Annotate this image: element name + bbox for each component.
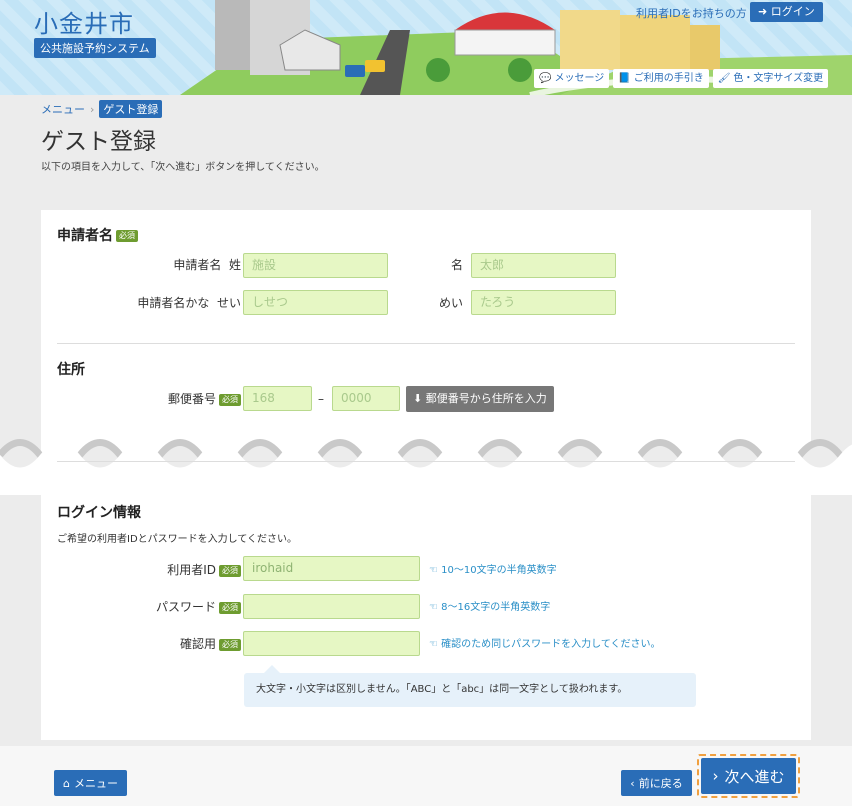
userid-label: 利用者ID 必須 bbox=[101, 561, 241, 578]
chevron-right-icon: › bbox=[712, 767, 719, 785]
zip-lookup-button[interactable]: ⬇ 郵便番号から住所を入力 bbox=[406, 386, 554, 412]
zip-label: 郵便番号 必須 bbox=[121, 390, 241, 407]
section-divider bbox=[57, 343, 795, 344]
login-hint: 利用者IDをお持ちの方 bbox=[636, 7, 747, 20]
password-hint-text: 8～16文字の半角英数字 bbox=[441, 602, 551, 613]
page-description: 以下の項目を入力して、「次へ進む」ボタンを押してください。 bbox=[41, 162, 325, 173]
case-insensitive-tooltip: 大文字・小文字は区別しません。「ABC」と「abc」は同一文字として扱われます。 bbox=[244, 665, 696, 707]
pointing-hand-icon: ☜ bbox=[429, 602, 438, 613]
guide-link[interactable]: 📘 ご利用の手引き bbox=[613, 69, 709, 88]
mei-input[interactable]: 太郎 bbox=[471, 253, 616, 278]
back-button[interactable]: ‹ 前に戻る bbox=[621, 770, 692, 796]
kana-sei-input[interactable]: しせつ bbox=[243, 290, 388, 315]
system-name-badge: 公共施設予約システム bbox=[34, 38, 156, 58]
login-section-description: ご希望の利用者IDとパスワードを入力してください。 bbox=[57, 534, 298, 545]
kana-sei-label: せい bbox=[216, 296, 241, 310]
header-links: 💬 メッセージ 📘 ご利用の手引き 🖌 色・文字サイズ変更 bbox=[534, 69, 829, 88]
userid-hint-text: 10～10文字の半角英数字 bbox=[441, 565, 557, 576]
next-button-focus-ring: › 次へ進む bbox=[697, 754, 800, 798]
zip-lookup-label: 郵便番号から住所を入力 bbox=[425, 392, 547, 405]
login-icon: ➜ bbox=[758, 5, 768, 18]
display-settings-link[interactable]: 🖌 色・文字サイズ変更 bbox=[712, 69, 829, 88]
display-settings-label: 色・文字サイズ変更 bbox=[733, 73, 824, 84]
login-section-title: ログイン情報 bbox=[57, 505, 141, 521]
kana-mei-label: めい bbox=[438, 296, 463, 310]
password-label-text: パスワード bbox=[155, 600, 216, 614]
zip-label-text: 郵便番号 bbox=[167, 392, 216, 406]
confirm-password-input[interactable] bbox=[243, 631, 420, 656]
menu-button-label: メニュー bbox=[73, 777, 118, 790]
confirm-label: 確認用 必須 bbox=[101, 635, 241, 652]
wave-separator bbox=[0, 439, 852, 495]
home-icon: ⌂ bbox=[63, 776, 70, 790]
required-badge: 必須 bbox=[219, 638, 241, 651]
guide-link-label: ご利用の手引き bbox=[633, 73, 704, 84]
required-badge: 必須 bbox=[219, 601, 241, 614]
zip-dash: – bbox=[318, 392, 324, 406]
site-header: 小金井市 公共施設予約システム 利用者IDをお持ちの方 ➜ ログイン 💬 メッセ… bbox=[0, 0, 852, 95]
pointing-hand-icon: ☜ bbox=[429, 639, 438, 650]
confirm-hint-text: 確認のため同じパスワードを入力してください。 bbox=[441, 639, 661, 650]
menu-button[interactable]: ⌂ メニュー bbox=[54, 770, 127, 796]
breadcrumb: メニュー › ゲスト登録 bbox=[41, 100, 163, 118]
required-badge: 必須 bbox=[219, 393, 241, 406]
message-link-label: メッセージ bbox=[554, 73, 605, 84]
download-icon: ⬇ bbox=[413, 392, 423, 405]
sei-label: 姓 bbox=[228, 258, 241, 272]
book-icon: 📘 bbox=[618, 73, 631, 84]
applicant-name-text: 申請者名 bbox=[173, 258, 222, 272]
applicant-section-label: 申請者名 bbox=[57, 228, 113, 244]
next-button-label: 次へ進む bbox=[724, 767, 785, 786]
chevron-right-icon: › bbox=[90, 102, 95, 116]
userid-input[interactable]: irohaid bbox=[243, 556, 420, 581]
login-button-label: ログイン bbox=[770, 5, 815, 18]
back-button-label: 前に戻る bbox=[638, 777, 683, 790]
applicant-kana-text: 申請者名かな bbox=[137, 296, 210, 310]
chevron-left-icon: ‹ bbox=[630, 776, 635, 790]
applicant-kana-label: 申請者名かな せい bbox=[101, 294, 241, 311]
required-badge: 必須 bbox=[116, 230, 138, 242]
mei-label: 名 bbox=[450, 258, 463, 272]
chat-icon: 💬 bbox=[539, 73, 552, 84]
password-label: パスワード 必須 bbox=[101, 598, 241, 615]
site-title[interactable]: 小金井市 bbox=[34, 4, 134, 39]
next-button[interactable]: › 次へ進む bbox=[701, 758, 796, 794]
userid-hint: ☜ 10～10文字の半角英数字 bbox=[429, 561, 557, 576]
applicant-name-label: 申請者名 姓 bbox=[121, 256, 241, 273]
login-button[interactable]: ➜ ログイン bbox=[750, 2, 823, 22]
zip-first-input[interactable]: 168 bbox=[243, 386, 312, 411]
zip-second-input[interactable]: 0000 bbox=[332, 386, 400, 411]
sei-input[interactable]: 施設 bbox=[243, 253, 388, 278]
pointing-hand-icon: ☜ bbox=[429, 565, 438, 576]
applicant-section-title: 申請者名 必須 bbox=[57, 225, 138, 245]
userid-label-text: 利用者ID bbox=[167, 563, 216, 577]
address-section-title: 住所 bbox=[57, 362, 85, 378]
password-hint: ☜ 8～16文字の半角英数字 bbox=[429, 598, 550, 613]
confirm-label-text: 確認用 bbox=[179, 637, 216, 651]
confirm-hint: ☜ 確認のため同じパスワードを入力してください。 bbox=[429, 635, 661, 650]
breadcrumb-current: ゲスト登録 bbox=[99, 100, 163, 118]
brush-icon: 🖌 bbox=[717, 73, 731, 84]
kana-mei-input[interactable]: たろう bbox=[471, 290, 616, 315]
password-input[interactable] bbox=[243, 594, 420, 619]
page-title: ゲスト登録 bbox=[41, 129, 156, 155]
message-link[interactable]: 💬 メッセージ bbox=[534, 69, 610, 88]
breadcrumb-menu-link[interactable]: メニュー bbox=[41, 101, 85, 117]
required-badge: 必須 bbox=[219, 564, 241, 577]
